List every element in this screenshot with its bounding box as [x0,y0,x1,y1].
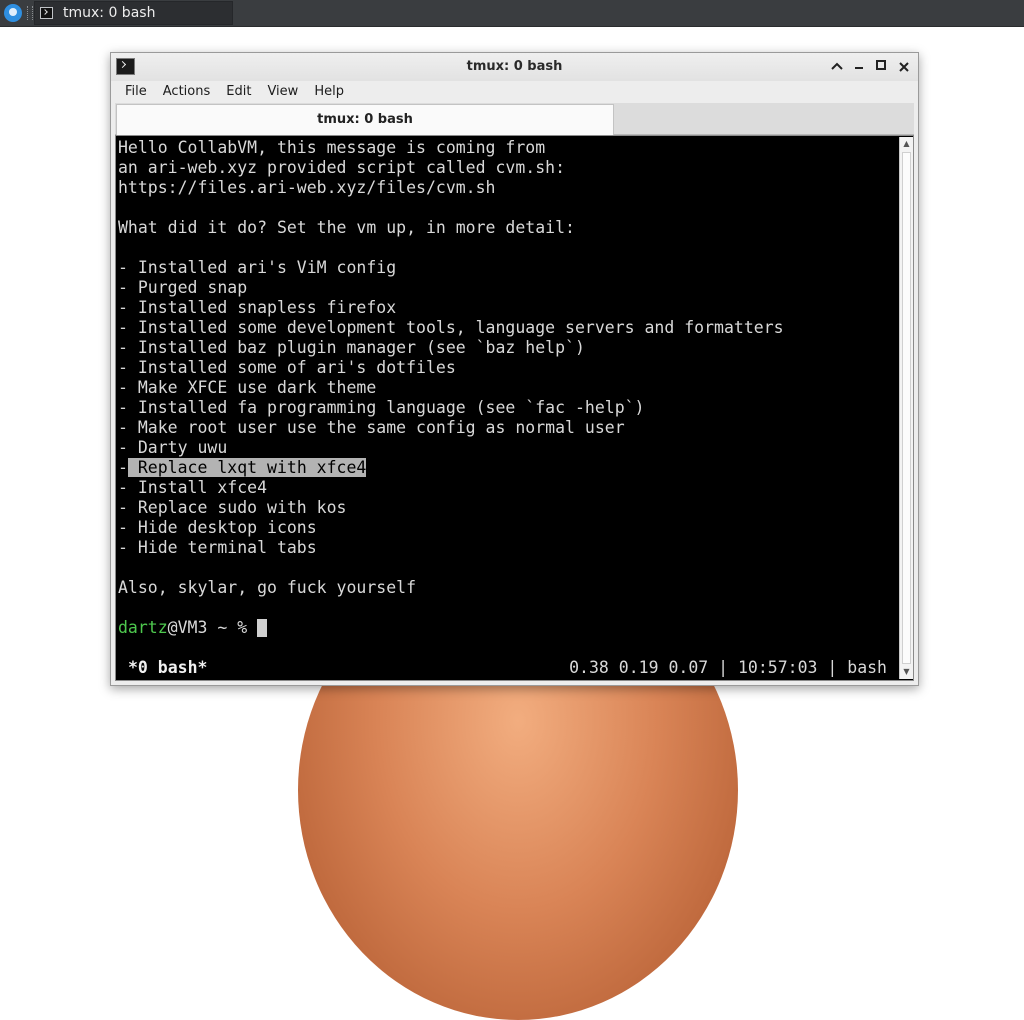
terminal-scrollbar[interactable]: ▲ ▼ [899,137,913,679]
terminal-line: - Darty uwu [118,438,228,457]
terminal-line: - Installed some of ari's dotfiles [118,358,456,377]
terminal-line: - Hide desktop icons [118,518,317,537]
terminal-line: - Make root user use the same config as … [118,418,625,437]
text-cursor [257,619,268,637]
window-titlebar[interactable]: tmux: 0 bash [111,53,918,82]
terminal-frame: Hello CollabVM, this message is coming f… [115,135,914,681]
chevron-up-icon [831,62,843,70]
tmux-window-list[interactable]: *0 bash* [128,658,207,678]
menu-bar: File Actions Edit View Help [111,81,918,103]
terminal-view[interactable]: Hello CollabVM, this message is coming f… [117,137,898,679]
close-button[interactable] [894,57,914,77]
menu-view[interactable]: View [259,81,306,103]
menu-actions[interactable]: Actions [155,81,219,103]
terminal-line: https://files.ari-web.xyz/files/cvm.sh [118,178,496,197]
panel-handle[interactable] [27,6,33,20]
terminal-output: Hello CollabVM, this message is coming f… [118,138,784,638]
terminal-line: - Hide terminal tabs [118,538,317,557]
menu-help[interactable]: Help [306,81,352,103]
terminal-line-selected: - Replace lxqt with xfce4 [118,458,784,478]
terminal-line: an ari-web.xyz provided script called cv… [118,158,566,177]
terminal-line: Hello CollabVM, this message is coming f… [118,138,546,157]
menu-file[interactable]: File [117,81,155,103]
terminal-icon [40,7,53,19]
top-panel: tmux: 0 bash [0,0,1024,27]
tmux-status-right: 0.38 0.19 0.07 | 10:57:03 | bash [569,658,887,677]
taskbar-button-label: tmux: 0 bash [63,5,156,21]
menu-edit[interactable]: Edit [218,81,259,103]
tab-tmux-bash[interactable]: tmux: 0 bash [116,104,614,135]
prompt-user: dartz [118,618,168,637]
prompt-host-path: @VM3 ~ % [167,618,258,637]
tmux-status-bar: *0 bash* 0.38 0.19 0.07 | 10:57:03 | bas… [117,658,898,678]
terminal-line: - Make XFCE use dark theme [118,378,377,397]
minimize-button[interactable] [849,57,869,77]
maximize-icon [876,60,886,70]
terminal-line: - Install xfce4 [118,478,268,497]
shade-button[interactable] [827,57,847,77]
scroll-down-icon[interactable]: ▼ [900,665,913,679]
terminal-window: tmux: 0 bash File Actions Edit View Help… [110,52,919,686]
line-prefix: - [118,458,128,477]
terminal-line: - Installed ari's ViM config [118,258,397,277]
whisker-menu-icon[interactable] [4,4,22,22]
minimize-icon [855,67,863,69]
taskbar-button-tmux[interactable]: tmux: 0 bash [34,1,233,25]
terminal-line: What did it do? Set the vm up, in more d… [118,218,575,237]
shell-prompt[interactable]: dartz@VM3 ~ % [118,618,784,638]
selected-text[interactable]: Replace lxqt with xfce4 [127,458,367,477]
terminal-line: - Installed baz plugin manager (see `baz… [118,338,585,357]
terminal-line: - Installed some development tools, lang… [118,318,784,337]
tab-bar: tmux: 0 bash [115,103,914,135]
terminal-line: - Installed snapless firefox [118,298,397,317]
terminal-line: - Purged snap [118,278,248,297]
maximize-button[interactable] [871,57,891,77]
window-title: tmux: 0 bash [466,59,563,74]
terminal-line: - Installed fa programming language (see… [118,398,645,417]
terminal-line: - Replace sudo with kos [118,498,347,517]
close-icon [899,62,909,72]
terminal-line: Also, skylar, go fuck yourself [118,578,417,597]
scroll-thumb[interactable] [902,152,911,664]
scroll-up-icon[interactable]: ▲ [900,137,913,151]
